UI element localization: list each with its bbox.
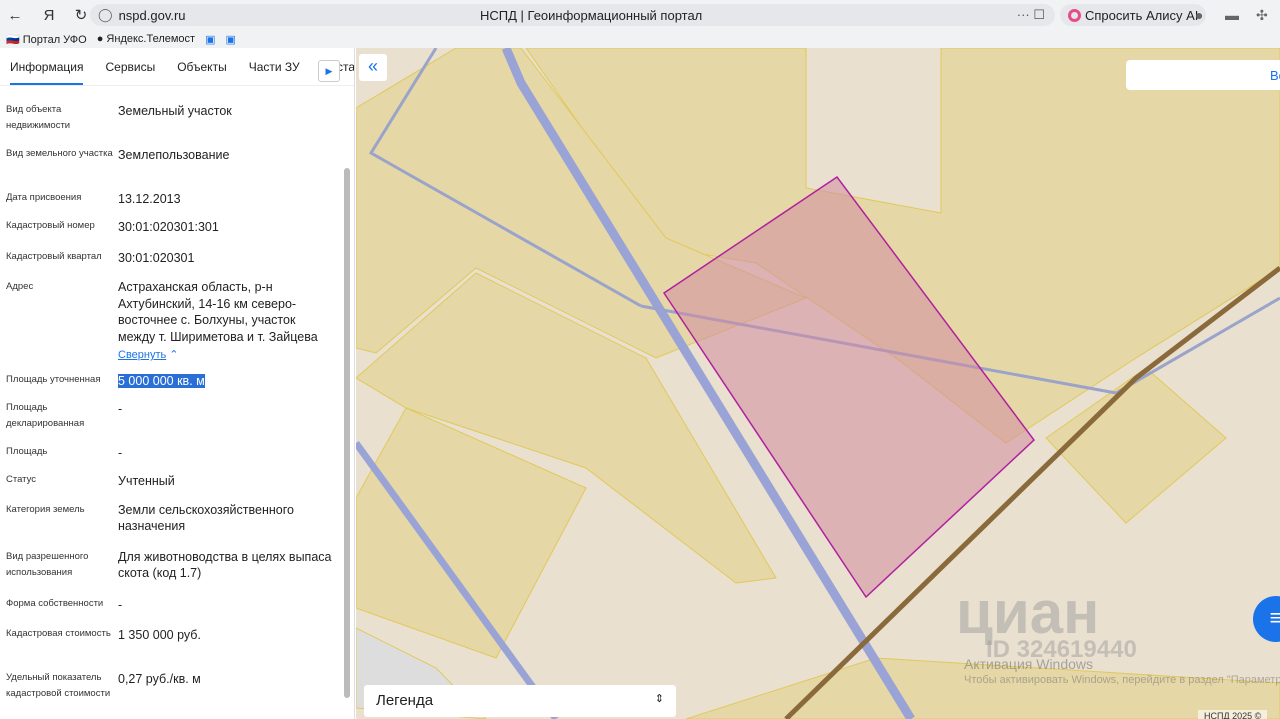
field-value: Земли сельскохозяйственного назначения — [118, 503, 294, 533]
field-label: Статус — [6, 474, 37, 485]
field-row: Форма собственности - — [0, 596, 340, 614]
field-label: Категория земель — [6, 504, 85, 515]
alice-label: Спросить Алису AI — [1085, 7, 1199, 23]
field-row: Кадастровый квартал 30:01:020301 — [0, 249, 340, 267]
field-label: Площадь декларированная — [6, 402, 85, 429]
doc-icon[interactable]: ▣ — [205, 33, 215, 46]
field-value: Земельный участок — [118, 104, 232, 118]
field-row: Дата присвоения 13.12.2013 — [0, 190, 340, 208]
field-row: Вид земельного участка Землепользование — [0, 146, 340, 164]
chevron-updown-icon: ⇕ — [654, 693, 664, 705]
alice-button[interactable]: Спросить Алису AI — [1060, 4, 1207, 26]
bookmark-icon[interactable]: ··· ☐ — [1017, 7, 1045, 23]
field-label: Кадастровый квартал — [6, 251, 102, 262]
field-label: Кадастровая стоимость — [6, 628, 111, 639]
field-row: Площадь декларированная - — [0, 400, 340, 432]
doc-icon[interactable]: ▣ — [225, 33, 235, 46]
field-label: Адрес — [6, 281, 34, 292]
tab-info[interactable]: Информация — [10, 49, 84, 85]
reload-icon[interactable]: ↻ — [70, 6, 92, 24]
field-row: Кадастровая стоимость 1 350 000 руб. — [0, 626, 340, 644]
field-row: Статус Учтенный — [0, 472, 340, 490]
bookmark-portal[interactable]: 🇷🇺 Портал УФО — [6, 33, 87, 46]
tab-parts[interactable]: Части ЗУ — [249, 60, 300, 74]
field-label: Форма собственности — [6, 598, 104, 609]
address-bar[interactable]: ◯ nspd.gov.ru НСПД | Геоинформационный п… — [90, 4, 1055, 26]
field-label: Вид земельного участка — [6, 148, 113, 159]
tabs-scroll-right-button[interactable]: ▶ — [318, 60, 340, 82]
field-label: Вид разрешенного использования — [6, 551, 89, 578]
yandex-icon[interactable]: Я — [38, 7, 60, 24]
field-row: Вид разрешенного использования Для животн… — [0, 549, 340, 581]
field-label: Вид объекта недвижимости — [6, 104, 71, 131]
field-value: - — [118, 402, 123, 416]
activation-text: Чтобы активировать Windows, перейдите в … — [964, 674, 1280, 686]
map[interactable]: « Вс циан ID 324619440 Активация Windows… — [356, 48, 1280, 719]
field-label: Кадастровый номер — [6, 220, 95, 231]
field-row: Категория земель Земли сельскохозяйственн… — [0, 502, 340, 534]
chevron-up-icon[interactable]: ⌃ — [166, 349, 178, 361]
tabs: Информация Сервисы Объекты Части ЗУ Сост… — [0, 48, 354, 86]
field-value: Астраханская область, р-н Ахтубинский, 1… — [118, 280, 318, 344]
field-value: 30:01:020301:301 — [118, 220, 219, 234]
map-search-button[interactable]: Вс — [1126, 60, 1280, 90]
field-value: Учтенный — [118, 474, 175, 488]
browser-toolbar: ← Я ↻ ◯ nspd.gov.ru НСПД | Геоинформацио… — [0, 0, 1280, 30]
field-row: Площадь - — [0, 444, 340, 462]
field-row: Адрес Астраханская область, р-н Ахтубинск… — [0, 279, 340, 363]
activation-title: Активация Windows — [964, 656, 1094, 672]
field-row: Удельный показатель кадастровой стоимост… — [0, 670, 340, 702]
map-canvas[interactable] — [356, 48, 1280, 719]
field-value: 0,27 руб./кв. м — [118, 672, 201, 686]
scrollbar[interactable] — [344, 168, 350, 698]
bookmark-telemost[interactable]: ● Яндекс.Телемост — [97, 33, 195, 45]
field-row: Кадастровый номер 30:01:020301:301 — [0, 218, 340, 236]
field-value: 1 350 000 руб. — [118, 628, 201, 642]
field-value: - — [118, 446, 123, 460]
tab-services[interactable]: Сервисы — [105, 60, 155, 74]
field-row: Вид объекта недвижимости Земельный участо… — [0, 102, 340, 134]
field-value: - — [118, 598, 123, 612]
info-panel: Информация Сервисы Объекты Части ЗУ Сост… — [0, 48, 355, 719]
field-value: 5 000 000 кв. м — [118, 374, 205, 388]
collapse-panel-button[interactable]: « — [359, 54, 387, 81]
field-value: 30:01:020301 — [118, 251, 195, 265]
page-title: НСПД | Геоинформационный портал — [480, 7, 703, 23]
field-label: Удельный показатель кадастровой стоимост… — [6, 672, 111, 699]
bookmark-label: Портал УФО — [22, 33, 87, 46]
map-copyright: НСПД 2025 © — [1198, 710, 1268, 719]
field-row: Площадь уточненная 5 000 000 кв. м — [0, 372, 340, 390]
collapse-link[interactable]: Свернуть — [118, 349, 166, 361]
puzzle-icon[interactable]: ✣ — [1256, 7, 1268, 24]
field-label: Дата присвоения — [6, 192, 82, 203]
shield-icon: ◯ — [98, 7, 113, 22]
legend-dropdown[interactable]: Легенда ⇕ — [364, 685, 676, 717]
field-label: Площадь уточненная — [6, 374, 101, 385]
bookmark-label: Яндекс.Телемост — [106, 33, 196, 45]
field-value: 13.12.2013 — [118, 192, 181, 206]
back-icon[interactable]: ← — [4, 7, 26, 24]
extension-icon[interactable]: ▬ — [1225, 7, 1239, 23]
url-text: nspd.gov.ru — [118, 7, 186, 23]
field-value: Землепользование — [118, 148, 230, 162]
field-value: Для животноводства в целях выпаса скота … — [118, 550, 332, 580]
tab-objects[interactable]: Объекты — [177, 60, 227, 74]
bookmarks-bar: 🇷🇺 Портал УФО ● Яндекс.Телемост ▣ ▣ — [0, 30, 1280, 48]
extension-icon[interactable]: ● — [1195, 7, 1203, 23]
field-label: Площадь — [6, 446, 48, 457]
alice-icon — [1068, 8, 1081, 22]
legend-label: Легенда — [376, 692, 434, 709]
